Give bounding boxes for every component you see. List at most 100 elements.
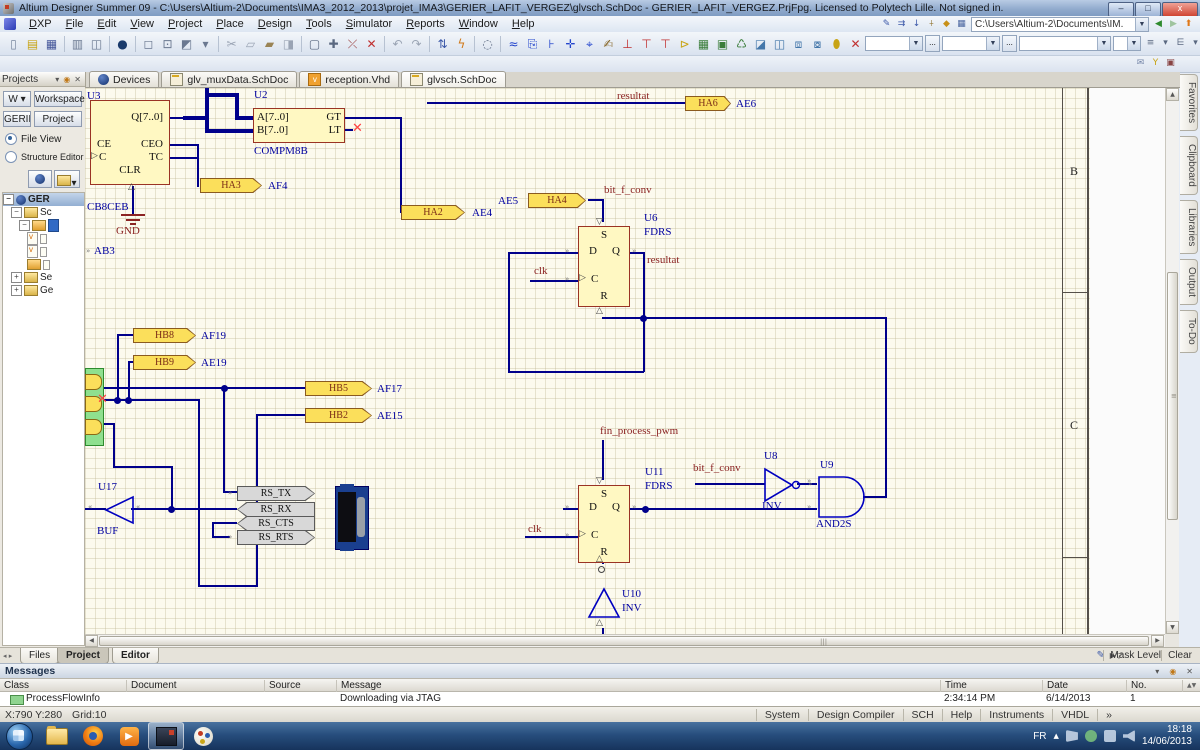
tree-item-doc[interactable] [3,258,84,271]
menu-item-8[interactable]: Simulator [339,17,399,31]
place-device-sheet-icon[interactable]: ⧈ [789,35,808,53]
scroll-down-icon[interactable]: ▼ [1166,621,1179,634]
tree-item-vhd-2[interactable] [3,245,84,258]
port-rs-cts[interactable]: RS_CTS [237,516,315,531]
rubber-stamp-icon[interactable]: ◨ [279,35,298,53]
sort-icon[interactable]: ⇅ [433,35,452,53]
panel-tab-2[interactable]: Libraries [1180,200,1198,254]
scroll-right-icon[interactable]: ▶ [1151,635,1164,647]
save-icon[interactable]: ▦ [42,35,61,53]
close-button[interactable]: x [1162,2,1198,17]
status-button-0[interactable]: System [756,709,808,721]
horizontal-scroll-thumb[interactable]: ||| [99,636,1149,646]
place-label-icon[interactable]: ✍ [599,35,618,53]
u17-buffer-gate[interactable] [103,495,135,525]
bottom-tab-editor[interactable]: Editor [112,648,159,664]
collapse-icon[interactable]: − [19,220,30,231]
col-class[interactable]: Class [0,680,130,692]
place-port-icon[interactable]: ⬮ [827,35,846,53]
port-hb9[interactable]: HB9 [133,355,196,370]
project-button[interactable]: Project [34,111,82,127]
zoom-area-icon[interactable]: ◻ [139,35,158,53]
panel-tab-1[interactable]: Clipboard [1180,136,1198,195]
status-button-2[interactable]: SCH [903,709,942,721]
place-sheet-symbol-icon[interactable]: ◪ [751,35,770,53]
action-center-flag-icon[interactable] [1066,730,1078,742]
u10-inverter-gate[interactable] [586,586,622,620]
menu-item-1[interactable]: File [59,17,91,31]
filter-combo-1[interactable]: ▼ [865,36,923,51]
vhdl-panel-icon[interactable]: ▣ [1163,57,1178,70]
workspace-combo[interactable]: W ▾ [3,91,31,107]
port-rs-rx[interactable]: RS_RX [237,502,315,517]
structure-editor-radio[interactable]: Structure Editor [5,151,84,163]
place-vcc-icon[interactable]: ⊤ [637,35,656,53]
project-tree[interactable]: −GER −Sc − +Se +Ge [2,192,85,646]
place-gnd-icon[interactable]: ⊥ [618,35,637,53]
scroll-left-icon[interactable]: ◀ [85,635,98,647]
tray-clock[interactable]: 18:1814/06/2013 [1142,724,1192,748]
redo-icon[interactable]: ↷ [407,35,426,53]
panel-tab-3[interactable]: Output [1180,259,1198,305]
devices-view-button[interactable] [28,170,52,188]
expand-icon[interactable]: + [11,285,22,296]
tab-reception-vhd[interactable]: vreception.Vhd [299,71,399,87]
dxp-icon[interactable] [4,18,16,30]
project-combo[interactable]: GERIE [3,111,31,127]
grid-tool-icon[interactable]: ▦ [954,18,969,31]
open-icon[interactable]: ▤ [23,35,42,53]
place-netlabel-icon[interactable]: ⌖ [580,35,599,53]
status-button-4[interactable]: Instruments [980,709,1052,721]
port-rs-rts[interactable]: RS_RTS [237,530,315,545]
diamond-tool-icon[interactable]: ◆ [939,18,954,31]
print-icon[interactable]: ▥ [68,35,87,53]
port-hb2[interactable]: HB2 [305,408,372,423]
place-bus-icon[interactable]: ⎘ [523,35,542,53]
taskbar-explorer[interactable] [40,723,74,749]
align-left-icon[interactable]: ≡ [1143,37,1158,50]
clear-button[interactable]: Clear [1161,650,1198,661]
find-similar-icon[interactable]: ◌ [478,35,497,53]
schematic-canvas[interactable]: U3 Q[7..0] CE CEO C TC CLR ▷ CB8CEB △ GN… [85,88,1090,634]
menu-item-11[interactable]: Help [505,17,542,31]
port-hb8[interactable]: HB8 [133,328,196,343]
taskbar-altium-active[interactable] [148,722,184,750]
taskbar-firefox[interactable] [76,723,110,749]
tree-folder-source[interactable]: −Sc [3,206,84,219]
forward-icon[interactable]: ▶ [1166,18,1181,31]
panel-close-icon[interactable]: ✕ [72,75,83,84]
panel-tab-4[interactable]: To-Do [1180,310,1198,353]
minimize-button[interactable]: – [1108,2,1134,17]
start-button[interactable] [6,723,33,750]
place-ic-icon[interactable]: ▦ [694,35,713,53]
status-button-3[interactable]: Help [942,709,981,721]
port-rs-tx[interactable]: RS_TX [237,486,315,501]
filter-combo-3[interactable]: ▼ [1019,36,1111,51]
distribute-dropdown-icon[interactable]: ▾ [1188,37,1200,50]
file-view-radio[interactable]: File View [5,133,61,145]
menu-item-6[interactable]: Design [251,17,299,31]
align-dropdown-icon[interactable]: ▾ [1158,37,1173,50]
port-ha6[interactable]: HA6 [685,96,731,111]
panel-pin-icon[interactable]: ◉ [61,75,72,84]
projects-panel-header[interactable]: Projects ▾ ◉ ✕ [0,72,85,87]
print-preview-icon[interactable]: ◫ [87,35,106,53]
tray-expand-icon[interactable]: ▲ [1054,732,1059,740]
messages-panel-header[interactable]: Messages ▾ ◉ ✕ [0,663,1200,678]
cut-icon[interactable]: ✂ [222,35,241,53]
col-time[interactable]: Time [940,680,1047,692]
tree-root-project[interactable]: −GER [3,193,84,206]
undo-icon[interactable]: ↶ [388,35,407,53]
status-button-6[interactable]: » [1097,709,1120,721]
menu-item-2[interactable]: Edit [90,17,123,31]
home-icon[interactable]: ⬆ [1181,18,1196,31]
path-dropdown-icon[interactable]: ▼ [1135,18,1148,31]
move-icon[interactable]: ✚ [324,35,343,53]
place-harness-icon[interactable]: ⊦ [542,35,561,53]
tab-devices[interactable]: Devices [89,71,159,87]
clear-filter-icon[interactable]: ✕ [362,35,381,53]
db9-connector[interactable] [332,482,372,554]
tree-item-vhd-1[interactable] [3,232,84,245]
col-date[interactable]: Date [1042,680,1131,692]
vertical-scrollbar[interactable]: ▲ ▼ ≡ [1165,88,1179,634]
